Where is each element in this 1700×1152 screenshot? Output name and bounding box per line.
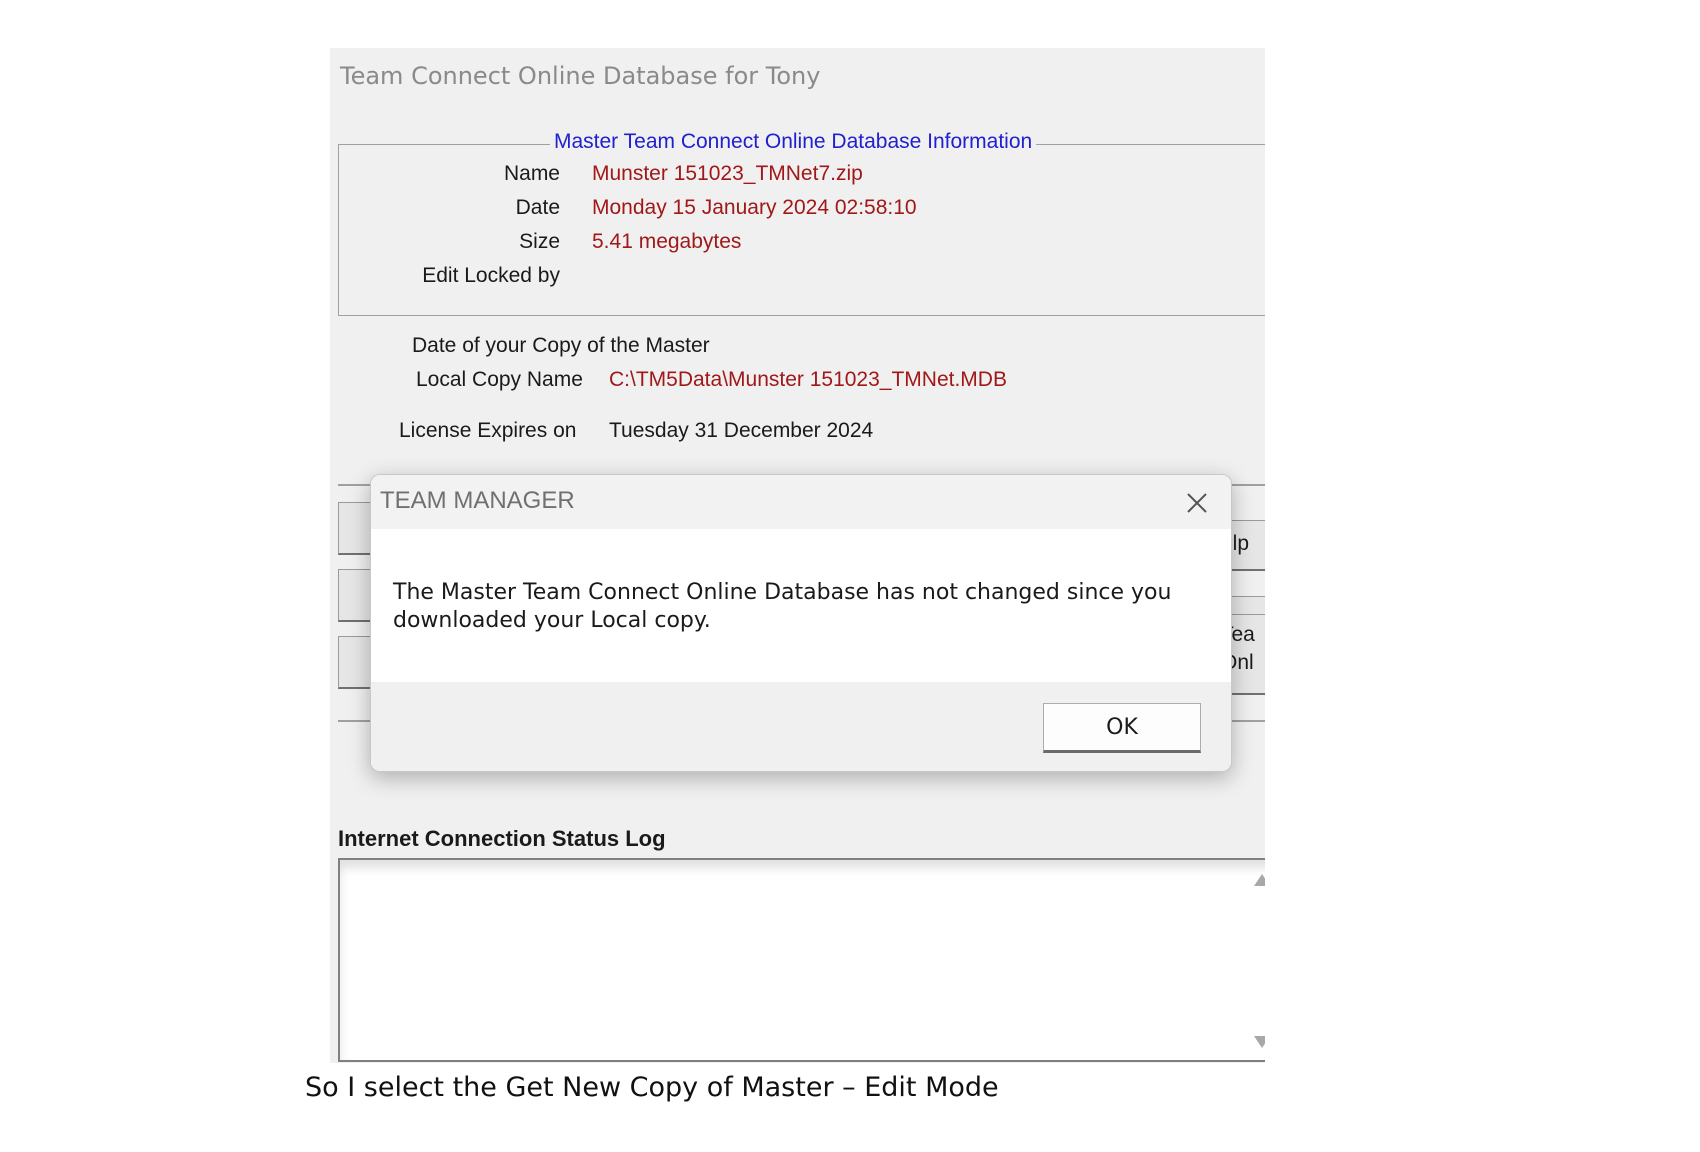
window-title: Team Connect Online Database for Tony (340, 62, 821, 90)
team-manager-dialog: TEAM MANAGER The Master Team Connect Onl… (370, 474, 1232, 772)
dialog-message: The Master Team Connect Online Database … (393, 580, 1172, 633)
size-label: Size (519, 230, 560, 253)
document-caption: So I select the Get New Copy of Master –… (305, 1072, 999, 1103)
date-label: Date (515, 196, 560, 219)
local-copy-name-label: Local Copy Name (416, 368, 583, 391)
log-title: Internet Connection Status Log (338, 826, 666, 851)
close-icon[interactable] (1183, 489, 1211, 517)
local-copy-name-value: C:\TM5Data\Munster 151023_TMNet.MDB (609, 368, 1007, 391)
size-value: 5.41 megabytes (592, 230, 742, 253)
date-value: Monday 15 January 2024 02:58:10 (592, 196, 917, 219)
scroll-up-icon[interactable] (1254, 874, 1265, 886)
license-value: Tuesday 31 December 2024 (609, 419, 874, 442)
dialog-title: TEAM MANAGER (380, 487, 575, 514)
status-log-textarea[interactable] (338, 858, 1265, 1062)
master-info-legend: Master Team Connect Online Database Info… (550, 130, 1037, 154)
name-value: Munster 151023_TMNet7.zip (592, 162, 863, 185)
scroll-down-icon[interactable] (1254, 1036, 1265, 1048)
name-label: Name (503, 162, 560, 185)
ok-button[interactable]: OK (1043, 703, 1201, 753)
edit-locked-label: Edit Locked by (422, 264, 560, 287)
license-label: License Expires on (399, 419, 577, 442)
local-copy-date-label: Date of your Copy of the Master (412, 334, 710, 357)
